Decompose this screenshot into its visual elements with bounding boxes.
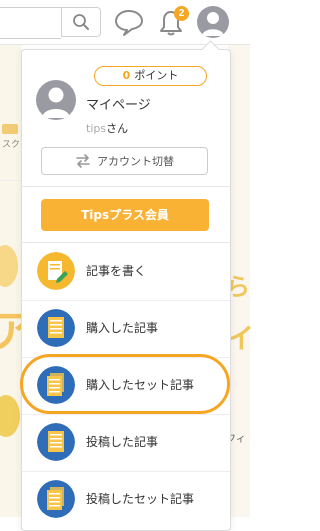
swap-arrows-icon [76,154,90,168]
purchased-set-article-icon [37,366,75,404]
user-id: tips [86,122,107,135]
menu-item-label: 投稿した記事 [86,435,159,449]
menu-item-posted-set-articles[interactable]: 投稿したセット記事 [22,472,230,528]
username: tipsさん [86,120,128,136]
chat-icon[interactable] [114,8,144,36]
divider [22,186,230,187]
menu-item-purchased-articles[interactable]: 購入した記事 [22,301,230,357]
switch-account-label: アカウント切替 [97,155,174,168]
points-value: 0 [122,69,131,82]
background-icon [2,124,18,134]
search-button[interactable] [61,7,101,37]
menu-item-write-article[interactable]: 記事を書く [22,244,230,300]
background-left-label: スク [2,140,21,150]
mypage-link[interactable]: マイページ [86,94,151,113]
divider [22,242,230,243]
menu-item-purchased-set-articles[interactable]: 購入したセット記事 [22,358,230,414]
purchased-article-icon [37,309,75,347]
avatar-icon [202,12,224,36]
user-dropdown-menu: 0 ポイント マイページ tipsさん アカウント切替 Tipsプラス会員 記事を… [21,49,231,531]
write-article-icon [37,252,75,290]
posted-set-article-icon [37,480,75,518]
search-input[interactable] [0,7,61,39]
menu-item-posted-articles[interactable]: 投稿した記事 [22,415,230,471]
points-badge[interactable]: 0 ポイント [94,66,207,86]
top-header: 2 [0,0,250,45]
notification-button[interactable]: 2 [157,6,189,38]
points-label: ポイント [134,69,179,82]
menu-item-label: 購入したセット記事 [86,378,195,392]
tips-plus-button[interactable]: Tipsプラス会員 [41,199,209,231]
notification-badge: 2 [174,6,189,21]
menu-item-label: 記事を書く [86,264,147,278]
search-icon [73,14,89,30]
user-avatar-button[interactable] [197,6,229,38]
user-suffix: さん [106,122,129,135]
menu-item-label: 購入した記事 [86,321,159,335]
profile-avatar[interactable] [36,80,76,120]
avatar-icon [42,87,70,118]
switch-account-button[interactable]: アカウント切替 [41,147,208,175]
menu-item-label: 投稿したセット記事 [86,492,195,506]
posted-article-icon [37,423,75,461]
